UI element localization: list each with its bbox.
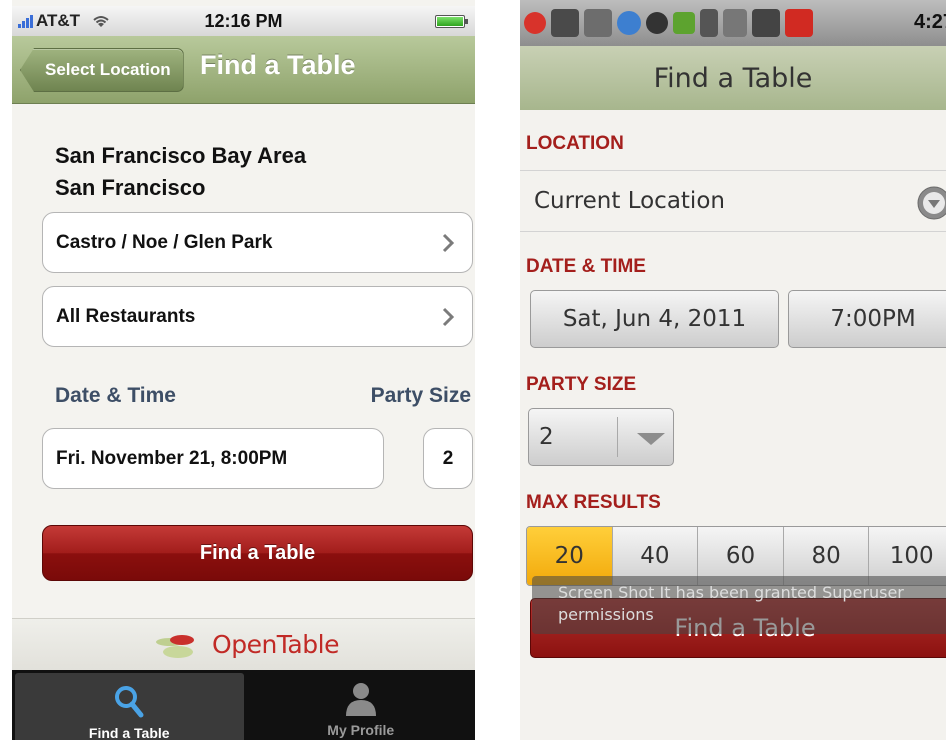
opentable-logo-icon: [156, 634, 195, 658]
navigation-bar: Select Location Find a Table: [12, 36, 475, 104]
record-icon: [646, 12, 668, 34]
party-size-value: 2: [539, 424, 554, 450]
neighborhood-cell[interactable]: Castro / Noe / Glen Park: [42, 212, 473, 273]
signal-icon: [752, 9, 780, 37]
chevron-right-icon: [442, 233, 455, 253]
status-time: 12:16 PM: [204, 11, 283, 31]
mail-icon: [584, 9, 612, 37]
location-spinner[interactable]: Current Location: [520, 170, 946, 232]
restaurants-label: All Restaurants: [56, 305, 196, 327]
status-time: 4:27: [913, 11, 946, 33]
restaurants-cell[interactable]: All Restaurants: [42, 286, 473, 347]
select-location-back-button[interactable]: Select Location: [20, 48, 184, 92]
android-screen: 4:27 Find a Table LOCATION Current Locat…: [520, 0, 946, 740]
search-icon: [115, 686, 144, 718]
date-time-field[interactable]: Fri. November 21, 8:00PM: [42, 428, 384, 489]
party-size-label: Party Size: [370, 384, 471, 407]
date-time-label: Date & Time: [55, 384, 176, 407]
max-results-label: MAX RESULTS: [526, 492, 661, 513]
location-label: LOCATION: [526, 133, 624, 154]
party-size-spinner[interactable]: 2: [528, 408, 674, 466]
no-sim-icon: [785, 9, 813, 37]
date-picker-button[interactable]: Sat, Jun 4, 2011: [530, 290, 779, 348]
find-a-table-button[interactable]: Find a Table: [42, 525, 473, 581]
ios-screen: AT&T 12:16 PM Select Location Find a Tab…: [12, 0, 475, 740]
party-size-label: PARTY SIZE: [526, 374, 637, 395]
neighborhood-label: Castro / Noe / Glen Park: [56, 231, 273, 253]
tab-label: My Profile: [327, 722, 395, 738]
city-label: San Francisco: [55, 175, 206, 200]
sd-card-icon: [551, 9, 579, 37]
tab-my-profile[interactable]: My Profile: [247, 670, 476, 740]
page-title: Find a Table: [520, 46, 946, 110]
sync-icon: [617, 11, 641, 35]
opentable-brand-strip: OpenTable: [12, 618, 475, 670]
android-status-bar: 4:27: [520, 0, 946, 46]
tab-label: Find a Table: [88, 725, 170, 740]
chevron-right-icon: [442, 307, 455, 327]
gps-icon: [673, 12, 695, 34]
opentable-brand-name: OpenTable: [212, 630, 339, 659]
vibrate-icon: [700, 9, 718, 37]
location-value: Current Location: [534, 188, 725, 214]
tab-find-a-table[interactable]: Find a Table: [15, 673, 244, 740]
notification-icon: [524, 12, 546, 34]
party-size-field[interactable]: 2: [423, 428, 473, 489]
superuser-toast: Screen Shot It has been granted Superuse…: [532, 576, 946, 634]
selected-location: San Francisco Bay Area San Francisco: [55, 140, 306, 204]
tab-bar: Find a Table My Profile: [12, 670, 475, 740]
date-time-label: DATE & TIME: [526, 256, 646, 277]
time-picker-button[interactable]: 7:00PM: [788, 290, 946, 348]
battery-icon: [435, 15, 468, 28]
wifi-icon: [723, 9, 747, 37]
dropdown-arrow-icon: [637, 433, 665, 445]
chevron-down-circle-icon: [917, 186, 946, 220]
person-icon: [345, 683, 376, 716]
ios-status-bar: AT&T 12:16 PM: [12, 6, 475, 36]
page-title: Find a Table: [200, 50, 356, 80]
region-label: San Francisco Bay Area: [55, 143, 307, 168]
